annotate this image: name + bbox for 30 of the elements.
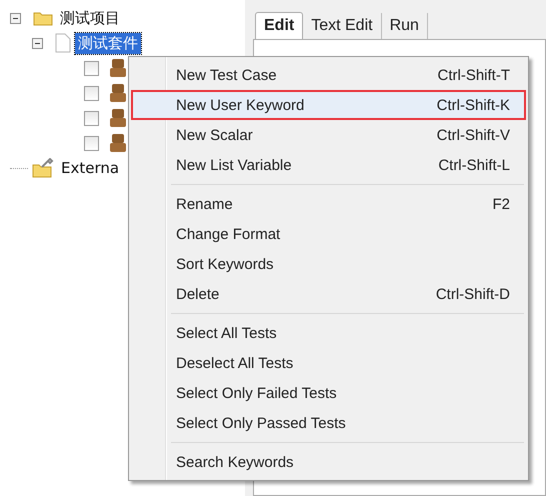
tree-item[interactable]: Externa xyxy=(58,158,122,178)
checkbox[interactable] xyxy=(84,110,99,126)
menu-item[interactable]: Select All Tests xyxy=(131,318,526,348)
menu-item[interactable]: Select Only Passed Tests xyxy=(131,408,526,438)
tab[interactable]: Edit xyxy=(255,12,304,39)
menu-item[interactable]: Select Only Failed Tests xyxy=(131,378,526,408)
robot-icon xyxy=(109,133,127,153)
menu-item[interactable]: New User Keyword Ctrl-Shift-K xyxy=(131,90,526,120)
checkbox[interactable] xyxy=(84,136,99,150)
robot-icon xyxy=(109,83,127,103)
tree-item[interactable]: 测试项目 xyxy=(57,8,123,28)
menu-item[interactable]: New List Variable Ctrl-Shift-L xyxy=(131,150,526,180)
menu-item[interactable]: Sort Keywords xyxy=(131,249,526,279)
menu-item[interactable]: Deselect All Tests xyxy=(131,348,526,378)
menu-item[interactable]: New Test Case Ctrl-Shift-T xyxy=(131,60,526,90)
collapse-icon[interactable] xyxy=(32,38,43,48)
collapse-icon[interactable] xyxy=(10,12,21,24)
robot-icon xyxy=(109,108,127,128)
menu-item[interactable]: Search Keywords xyxy=(131,447,526,477)
folder-wrench-icon xyxy=(32,158,54,178)
folder-icon xyxy=(33,10,53,26)
tree-item[interactable]: 测试套件 xyxy=(75,32,141,54)
menu-item[interactable]: New Scalar Ctrl-Shift-V xyxy=(131,120,526,150)
menu-item[interactable]: Rename F2 xyxy=(131,189,526,219)
file-icon xyxy=(55,33,71,53)
menu-item[interactable]: Change Format xyxy=(131,219,526,249)
checkbox[interactable] xyxy=(84,86,99,100)
menu-item[interactable]: Delete Ctrl-Shift-D xyxy=(131,279,526,309)
robot-icon xyxy=(109,58,127,78)
checkbox[interactable] xyxy=(84,60,99,76)
